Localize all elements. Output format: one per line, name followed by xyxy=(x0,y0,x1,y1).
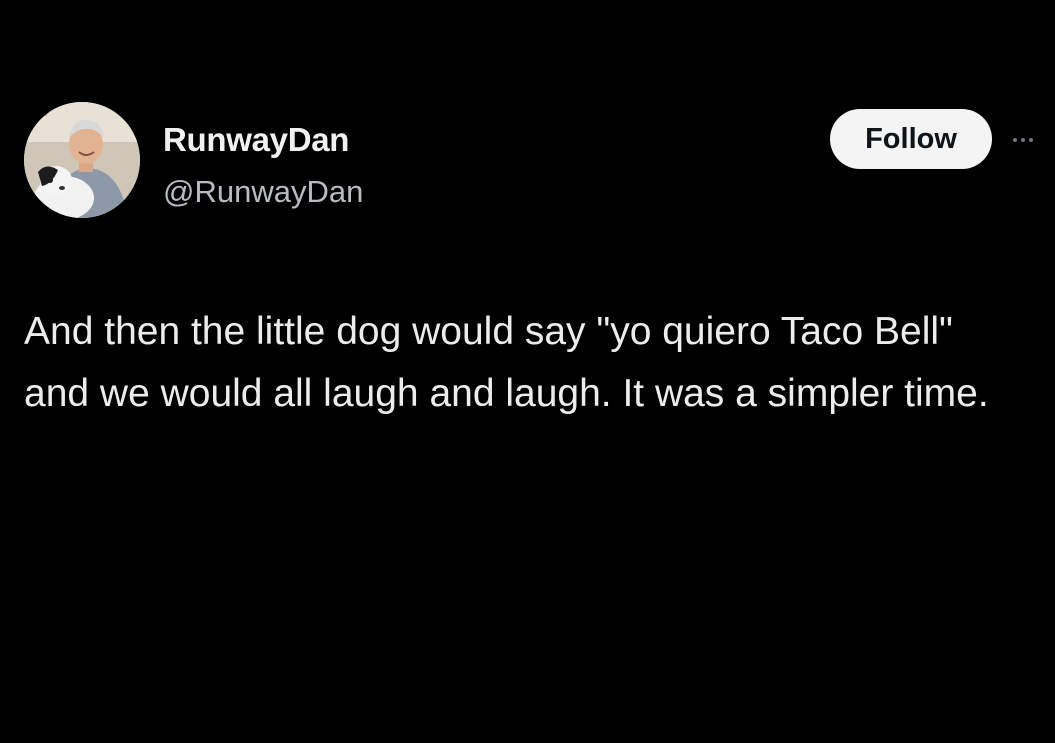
tweet-text: And then the little dog would say "yo qu… xyxy=(24,310,989,415)
avatar-photo-icon xyxy=(24,102,140,218)
dot-icon xyxy=(1021,138,1025,142)
author-handle[interactable]: @RunwayDan xyxy=(163,174,363,210)
author-display-name[interactable]: RunwayDan xyxy=(163,121,349,159)
dot-icon xyxy=(1013,138,1017,142)
tweet-card: RunwayDan @RunwayDan Follow And then the… xyxy=(0,0,1055,743)
follow-button[interactable]: Follow xyxy=(830,109,992,169)
more-options-icon[interactable] xyxy=(1013,130,1053,150)
dot-icon xyxy=(1029,138,1033,142)
avatar[interactable] xyxy=(24,102,140,218)
